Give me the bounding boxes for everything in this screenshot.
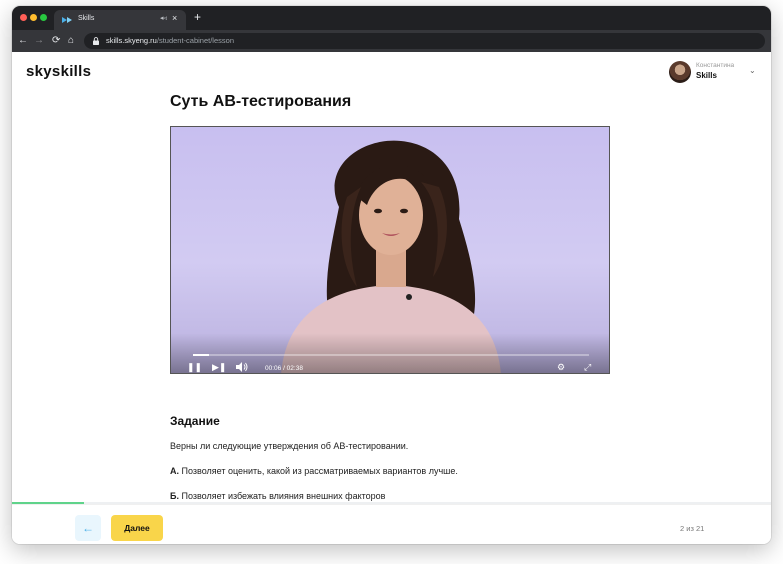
task-question: Верны ли следующие утверждения об АВ-тес… [170,441,409,451]
minimize-window-button[interactable] [30,14,37,21]
forward-arrow-icon[interactable]: → [34,34,44,48]
video-time: 00:06 / 02:38 [265,365,303,372]
tab-audio-icon[interactable]: ◂◃ [160,14,167,22]
url-path: /student-cabinet/lesson [156,36,234,45]
video-player[interactable]: ❚❚ ▶❚ 00:06 / 02:38 ⚙ ⤢ [170,126,610,374]
lesson-title: Суть АВ-тестирования [170,93,352,110]
home-icon[interactable]: ⌂ [68,34,74,48]
browser-tab-skills[interactable]: Skills ◂◃ × [54,10,186,30]
lock-icon [93,37,99,45]
page-counter: 2 из 21 [680,524,705,533]
address-bar[interactable]: skills.skyeng.ru/student-cabinet/lesson [84,33,765,49]
back-arrow-icon[interactable]: ← [18,34,28,48]
task-item-letter: А. [170,466,179,476]
chevron-down-icon[interactable]: ⌄ [749,66,756,75]
task-heading: Задание [170,414,220,428]
video-progress-bar[interactable] [193,354,589,356]
title-bar: Skills ◂◃ × + [12,6,771,30]
settings-gear-icon[interactable]: ⚙ [557,362,565,372]
task-item-b: Б. Позволяет избежать влияния внешних фа… [170,491,385,501]
pause-icon[interactable]: ❚❚ [187,362,202,372]
tab-close-button[interactable]: × [172,13,177,23]
task-item-a: А. Позволяет оценить, какой из рассматри… [170,466,458,476]
next-button[interactable]: Далее [111,515,163,541]
profile-menu[interactable]: Константина Skills ⌄ [669,60,759,84]
profile-subtitle: Skills [696,71,717,80]
task-item-text: Позволяет избежать влияния внешних факто… [181,491,386,501]
browser-window: Skills ◂◃ × + ← → ⟳ ⌂ skills.skyeng.ru/s… [12,6,771,544]
task-item-letter: Б. [170,491,179,501]
url-host: skills.skyeng.ru [106,36,157,45]
fullscreen-icon[interactable]: ⤢ [584,362,591,372]
skyskills-logo[interactable]: skyskills [26,63,91,80]
close-window-button[interactable] [20,14,27,21]
avatar [669,61,691,83]
lesson-footer: ← Далее 2 из 21 [12,504,771,544]
url-text: skills.skyeng.ru/student-cabinet/lesson [106,36,234,45]
task-item-text: Позволяет оценить, какой из рассматривае… [181,466,458,476]
next-icon[interactable]: ▶❚ [212,362,226,372]
skyskills-favicon-icon [62,17,72,23]
tab-title: Skills [78,15,95,22]
browser-toolbar: ← → ⟳ ⌂ skills.skyeng.ru/student-cabinet… [12,30,771,52]
maximize-window-button[interactable] [40,14,47,21]
new-tab-button[interactable]: + [194,10,201,24]
volume-icon[interactable] [236,362,248,373]
profile-name: Константина [696,62,735,69]
back-button[interactable]: ← [75,515,101,541]
reload-icon[interactable]: ⟳ [52,34,60,48]
video-progress-fill [193,354,209,356]
page-content: skyskills Константина Skills ⌄ Суть АВ-т… [12,52,771,544]
